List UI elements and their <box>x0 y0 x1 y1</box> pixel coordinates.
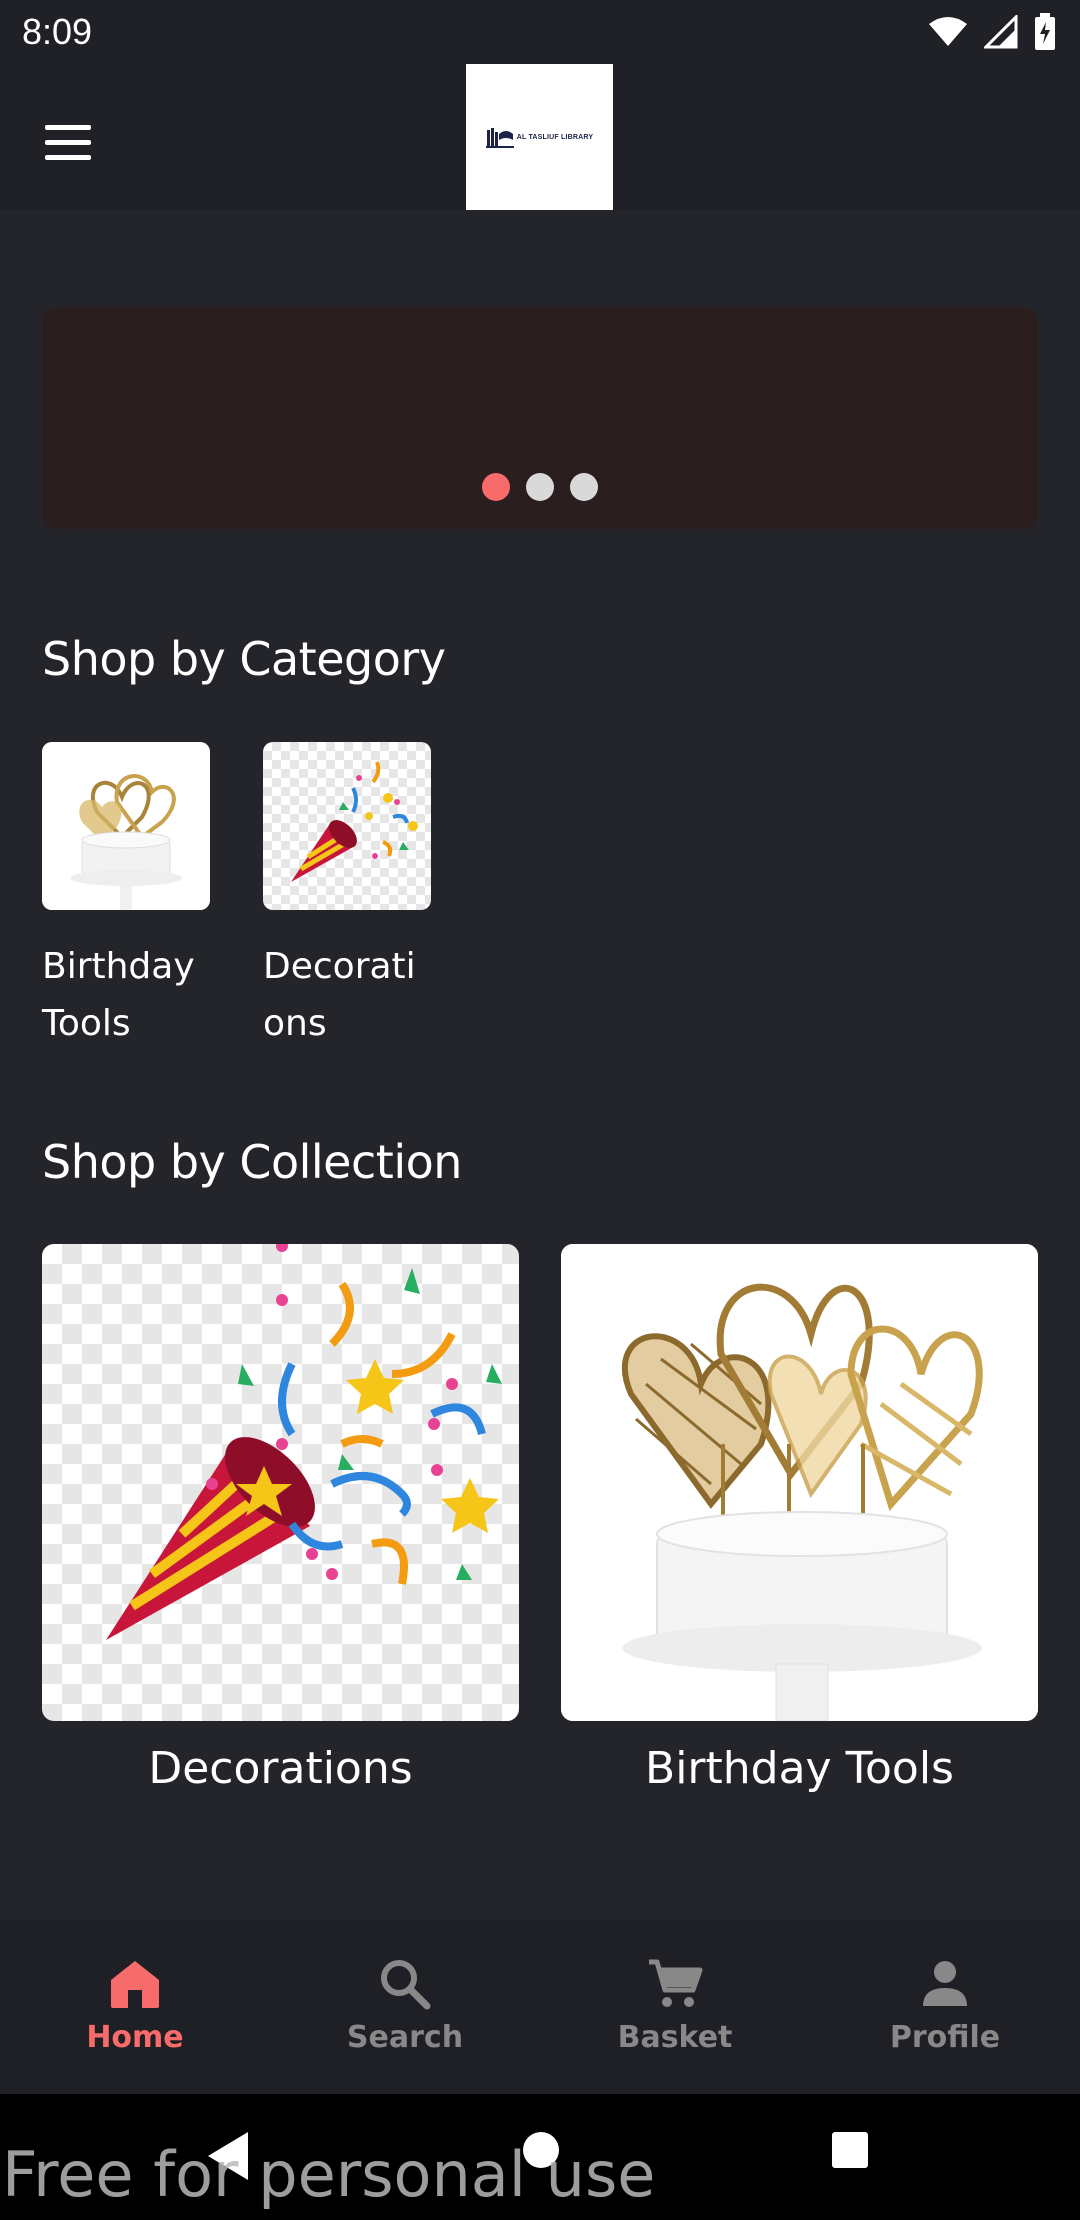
collection-thumbnail <box>42 1244 519 1721</box>
category-label: Birthday Tools <box>42 946 195 1044</box>
books-icon <box>485 128 514 148</box>
cake-topper-image <box>42 742 210 910</box>
status-bar: 8:09 <box>0 0 1080 64</box>
logo-text: AL TASLIUF LIBRARY <box>516 133 594 141</box>
party-popper-image <box>291 761 418 882</box>
search-icon <box>381 1960 431 2010</box>
screen: 8:09 AL TASLIUF LIBRARY Shop by Category… <box>0 0 1080 2220</box>
signal-icon <box>984 15 1018 49</box>
nav-item-search[interactable]: Search <box>270 1920 540 2094</box>
hamburger-menu-icon-bar <box>45 124 91 130</box>
person-icon <box>923 1961 967 2006</box>
nav-item-profile[interactable]: Profile <box>810 1920 1080 2094</box>
cake-topper-image <box>561 1244 1038 1721</box>
status-time: 8:09 <box>22 11 93 52</box>
category-label: Decorations <box>263 946 416 1044</box>
collection-thumbnail <box>561 1244 1038 1721</box>
category-item-decorations[interactable]: Decorations <box>263 742 433 1052</box>
carousel-dot[interactable] <box>570 473 598 501</box>
recents-icon[interactable] <box>830 2130 870 2182</box>
category-item-birthday-tools[interactable]: Birthday Tools <box>42 742 212 1052</box>
nav-item-basket[interactable]: Basket <box>540 1920 810 2094</box>
hamburger-menu-icon-bar <box>45 139 91 145</box>
battery-icon <box>1035 13 1055 50</box>
carousel-dot-active[interactable] <box>482 473 510 501</box>
category-thumbnail <box>263 742 431 910</box>
logo-inner: AL TASLIUF LIBRARY <box>485 126 594 148</box>
carousel-indicator <box>42 473 1038 501</box>
category-thumbnail <box>42 742 210 910</box>
collection-card-birthday-tools[interactable]: Birthday Tools <box>561 1244 1038 1794</box>
collection-label: Birthday Tools <box>645 1743 954 1794</box>
cart-icon <box>649 1959 703 2007</box>
category-section-title: Shop by Category <box>42 632 446 686</box>
collection-label: Decorations <box>148 1743 413 1794</box>
app-logo[interactable]: AL TASLIUF LIBRARY <box>466 64 613 210</box>
nav-label-search: Search <box>346 2020 464 2055</box>
app-bar: AL TASLIUF LIBRARY <box>0 64 1080 210</box>
nav-item-home[interactable]: Home <box>0 1920 270 2094</box>
party-popper-image <box>106 1244 502 1640</box>
menu-button[interactable] <box>30 104 106 180</box>
bottom-navigation: Home Search Basket Profile <box>0 1920 1080 2094</box>
nav-label-basket: Basket <box>617 2020 733 2055</box>
collection-card-decorations[interactable]: Decorations <box>42 1244 519 1794</box>
nav-label-profile: Profile <box>889 2020 1001 2055</box>
collection-section-title: Shop by Collection <box>42 1135 462 1189</box>
hamburger-menu-icon-bar <box>45 154 91 160</box>
home-icon <box>111 1961 159 2008</box>
nav-label-home: Home <box>86 2020 184 2055</box>
wifi-icon <box>929 17 967 46</box>
carousel-dot[interactable] <box>526 473 554 501</box>
banner-carousel[interactable] <box>42 307 1038 529</box>
watermark-text: Free for personal use <box>2 2138 656 2211</box>
status-icons <box>928 13 1056 51</box>
